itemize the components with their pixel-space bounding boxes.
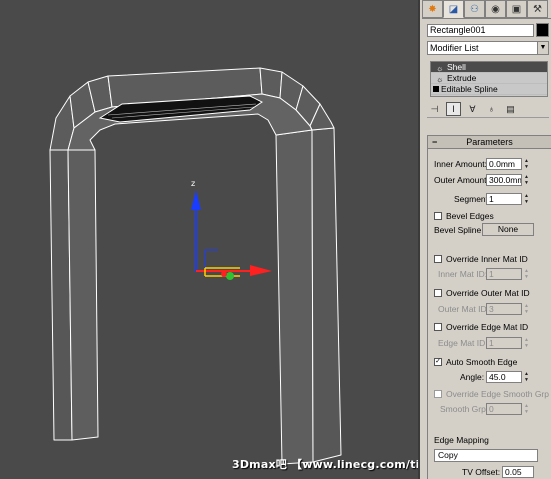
z-axis-label: z xyxy=(191,179,195,188)
edge-mat-id-label: Edge Mat ID: xyxy=(438,337,488,348)
tv-offset-input[interactable]: 0.05 xyxy=(502,465,534,478)
bevel-spline-button[interactable]: None xyxy=(482,223,534,236)
inner-amount-input[interactable]: 0.0mm xyxy=(486,157,522,170)
stack-item-editable-spline[interactable]: Editable Spline xyxy=(431,84,547,95)
angle-label: Angle: xyxy=(460,371,485,382)
override-outer-mat-label: Override Outer Mat ID xyxy=(446,287,530,298)
override-inner-mat-label: Override Inner Mat ID xyxy=(446,253,528,264)
override-inner-mat-checkbox[interactable] xyxy=(434,254,442,263)
create-icon: ✸ xyxy=(428,3,437,15)
override-edge-mat-label: Override Edge Mat ID xyxy=(446,321,529,332)
display-icon: ▣ xyxy=(511,3,522,15)
watermark-text: 3Dmax吧 【www.linecg.com/tieba/1771】 xyxy=(232,458,418,471)
override-edge-smooth-label: Override Edge Smooth Grp xyxy=(446,388,549,399)
modifier-list-label: Modifier List xyxy=(430,43,479,53)
collapse-icon: − xyxy=(432,137,438,147)
override-edge-smooth-checkbox[interactable] xyxy=(434,389,442,398)
edge-mapping-label: Edge Mapping xyxy=(434,434,489,445)
command-panel: ✸ ◪ ⚇ ◉ ▣ ⚒ Rectangle001 Modifier List ▼… xyxy=(418,0,551,479)
stack-item-label: Editable Spline xyxy=(441,84,498,94)
edge-mapping-dropdown[interactable]: Copy xyxy=(434,449,538,462)
motion-tab[interactable]: ◉ xyxy=(485,0,506,18)
edge-mat-id-spinner[interactable]: ▲ ▼ xyxy=(523,337,530,349)
angle-spinner[interactable]: ▲ ▼ xyxy=(523,371,530,383)
inner-mat-id-input[interactable]: 1 xyxy=(486,267,522,280)
inner-amount-spinner[interactable]: ▲ ▼ xyxy=(523,158,530,170)
outer-amount-label: Outer Amount: xyxy=(434,174,489,185)
tv-offset-label: TV Offset: xyxy=(462,466,501,477)
stack-toolbar: ⊣ Ⅰ ∀ ♁ ▤ xyxy=(427,102,549,118)
inner-mat-id-spinner[interactable]: ▲ ▼ xyxy=(523,268,530,280)
object-color-swatch[interactable] xyxy=(536,23,549,37)
override-edge-mat-checkbox[interactable] xyxy=(434,322,442,331)
display-tab[interactable]: ▣ xyxy=(506,0,527,18)
edge-mapping-value: Copy xyxy=(438,450,458,460)
stack-item-extrude[interactable]: ☼ Extrude xyxy=(431,73,547,84)
outer-mat-id-label: Outer Mat ID: xyxy=(438,303,490,314)
expand-icon[interactable] xyxy=(433,86,439,92)
parameters-rollout: − Parameters Inner Amount: 0.0mm ▲ ▼ Oute… xyxy=(427,135,551,479)
transform-gizmo: z xyxy=(191,179,272,280)
modify-tab[interactable]: ◪ xyxy=(443,0,464,18)
stack-item-shell[interactable]: ☼ Shell xyxy=(431,62,547,73)
pin-stack-icon[interactable]: ⊣ xyxy=(427,102,442,116)
outer-mat-id-input[interactable]: 3 xyxy=(486,302,522,315)
remove-modifier-icon[interactable]: ♁ xyxy=(484,102,499,116)
angle-input[interactable]: 45.0 xyxy=(486,370,522,383)
bevel-spline-label: Bevel Spline: xyxy=(434,224,484,235)
segments-label: Segments: xyxy=(454,193,495,204)
configure-sets-icon[interactable]: ▤ xyxy=(503,102,518,116)
outer-amount-spinner[interactable]: ▲ ▼ xyxy=(523,174,530,186)
utilities-tab[interactable]: ⚒ xyxy=(527,0,548,18)
bevel-edges-checkbox[interactable] xyxy=(434,211,442,220)
edge-mat-id-input[interactable]: 1 xyxy=(486,336,522,349)
modify-icon: ◪ xyxy=(448,3,459,15)
chevron-down-icon: ▼ xyxy=(537,42,548,54)
segments-input[interactable]: 1 xyxy=(486,192,522,205)
show-end-result-icon[interactable]: Ⅰ xyxy=(446,102,461,116)
make-unique-icon[interactable]: ∀ xyxy=(465,102,480,116)
command-panel-tabs: ✸ ◪ ⚇ ◉ ▣ ⚒ xyxy=(422,0,551,19)
inner-amount-label: Inner Amount: xyxy=(434,158,487,169)
right-leg-side xyxy=(311,127,342,463)
auto-smooth-edge-checkbox[interactable]: ✓ xyxy=(434,357,442,366)
object-name-field[interactable]: Rectangle001 xyxy=(427,24,534,37)
smooth-grp-input[interactable]: 0 xyxy=(486,402,522,415)
rollout-title: Parameters xyxy=(466,137,513,147)
inner-mat-id-label: Inner Mat ID: xyxy=(438,268,488,279)
perspective-viewport[interactable]: z 3Dmax吧 【www.linecg.com/tieba/1771】 xyxy=(0,0,418,479)
modifier-stack: ☼ Shell ☼ Extrude Editable Spline xyxy=(430,61,548,97)
smooth-grp-spinner[interactable]: ▲ ▼ xyxy=(523,403,530,415)
smooth-grp-label: Smooth Grp: xyxy=(440,403,489,414)
right-leg-front xyxy=(275,129,314,465)
auto-smooth-edge-label: Auto Smooth Edge xyxy=(446,356,518,367)
parameters-rollout-header[interactable]: − Parameters xyxy=(428,136,551,149)
hierarchy-tab[interactable]: ⚇ xyxy=(464,0,485,18)
stack-item-label: Extrude xyxy=(447,73,477,83)
utilities-icon: ⚒ xyxy=(533,3,542,15)
outer-mat-id-spinner[interactable]: ▲ ▼ xyxy=(523,303,530,315)
bevel-edges-label: Bevel Edges xyxy=(446,210,494,221)
segments-spinner[interactable]: ▲ ▼ xyxy=(523,193,530,205)
outer-amount-input[interactable]: 300.0mm xyxy=(486,173,522,186)
left-leg-front xyxy=(67,149,99,441)
override-outer-mat-checkbox[interactable] xyxy=(434,288,442,297)
arch-wireframe: z xyxy=(49,67,342,465)
hierarchy-icon: ⚇ xyxy=(470,3,479,15)
stack-item-label: Shell xyxy=(447,62,466,72)
modifier-list-dropdown[interactable]: Modifier List ▼ xyxy=(427,41,549,55)
create-tab[interactable]: ✸ xyxy=(422,0,443,18)
motion-icon: ◉ xyxy=(491,3,500,15)
